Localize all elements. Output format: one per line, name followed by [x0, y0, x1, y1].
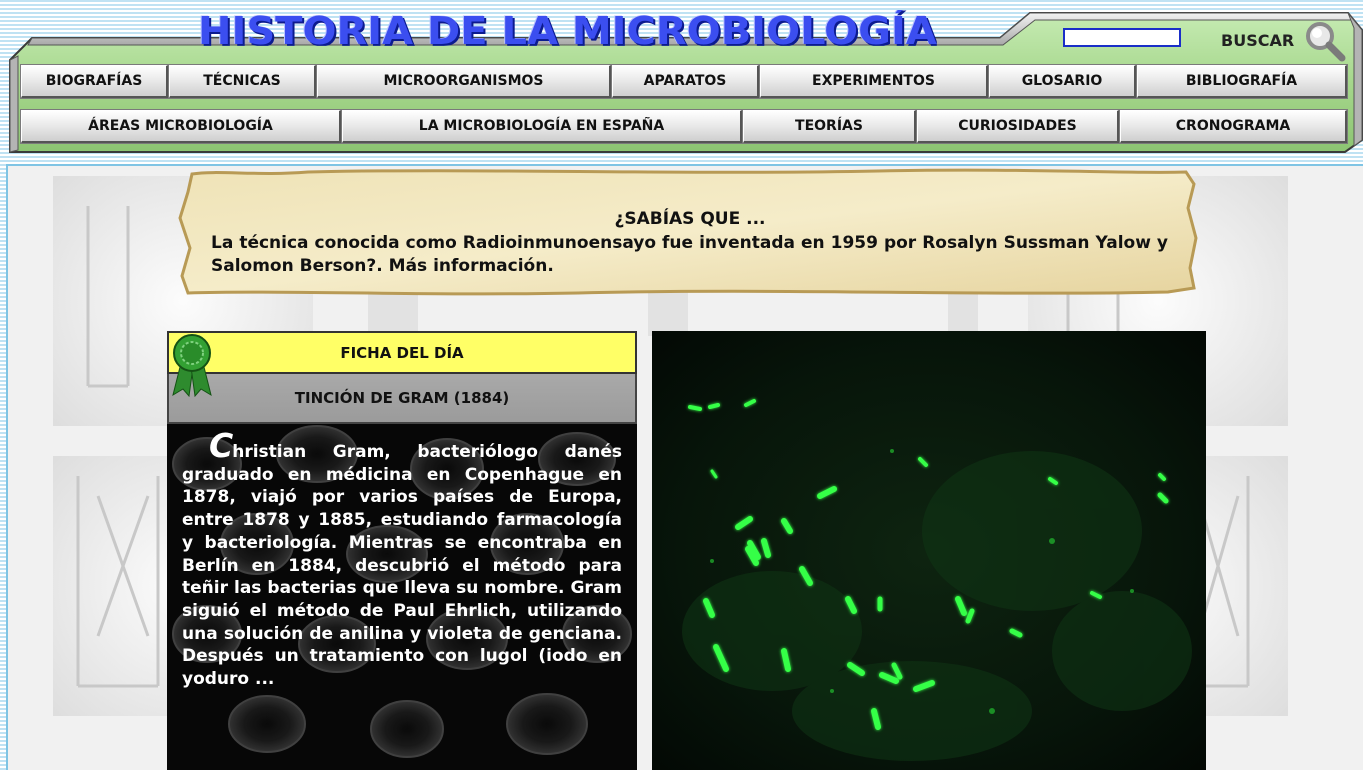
- search-button[interactable]: BUSCAR: [1216, 22, 1348, 62]
- nav-curiosidades[interactable]: CURIOSIDADES: [916, 109, 1120, 144]
- award-ribbon-icon: [172, 334, 212, 397]
- nav-glosario[interactable]: GLOSARIO: [988, 64, 1137, 99]
- nav-biografias[interactable]: BIOGRAFÍAS: [20, 64, 169, 99]
- fact-body: La técnica conocida como Radioinmunoensa…: [211, 233, 1168, 276]
- search-input[interactable]: [1063, 28, 1181, 47]
- nav-microorganismos[interactable]: MICROORGANISMOS: [316, 64, 612, 99]
- nav-microbiologia-espana[interactable]: LA MICROBIOLOGÍA EN ESPAÑA: [341, 109, 743, 144]
- gram-stain-micrograph: [652, 331, 1206, 770]
- fact-heading: ¿SABÍAS QUE ...: [614, 209, 766, 229]
- nav-aparatos[interactable]: APARATOS: [611, 64, 760, 99]
- main-content: ¿SABÍAS QUE ... La técnica conocida como…: [6, 164, 1363, 770]
- fluorescent-bacteria-image: [652, 331, 1206, 770]
- card-title[interactable]: TINCIÓN DE GRAM (1884): [167, 374, 637, 424]
- card-text: Christian Gram, bacteriólogo danés gradu…: [182, 429, 622, 691]
- daily-card: FICHA DEL DÍA TINCIÓN DE GRAM (1884) Chr…: [167, 331, 637, 770]
- magnifier-icon: [1306, 22, 1346, 62]
- did-you-know-box: ¿SABÍAS QUE ... La técnica conocida como…: [178, 168, 1202, 296]
- site-header: HISTORIA DE LA MICROBIOLOGÍA BUSCAR BIOG…: [0, 0, 1363, 158]
- card-body: Christian Gram, bacteriólogo danés gradu…: [167, 424, 637, 770]
- nav-areas-microbiologia[interactable]: ÁREAS MICROBIOLOGÍA: [20, 109, 342, 144]
- nav-experimentos[interactable]: EXPERIMENTOS: [759, 64, 989, 99]
- nav-teorias[interactable]: TEORÍAS: [742, 109, 917, 144]
- nav-cronograma[interactable]: CRONOGRAMA: [1119, 109, 1348, 144]
- more-info-link[interactable]: Más información.: [389, 256, 554, 276]
- search-button-label: BUSCAR: [1221, 30, 1295, 50]
- nav-tecnicas[interactable]: TÉCNICAS: [168, 64, 317, 99]
- card-body-text: hristian Gram, bacteriólogo danés gradua…: [182, 442, 622, 690]
- nav-bibliografia[interactable]: BIBLIOGRAFÍA: [1136, 64, 1348, 99]
- fact-text: La técnica conocida como Radioinmunoensa…: [211, 232, 1168, 278]
- card-header: FICHA DEL DÍA: [167, 331, 637, 374]
- drop-cap: C: [209, 426, 233, 465]
